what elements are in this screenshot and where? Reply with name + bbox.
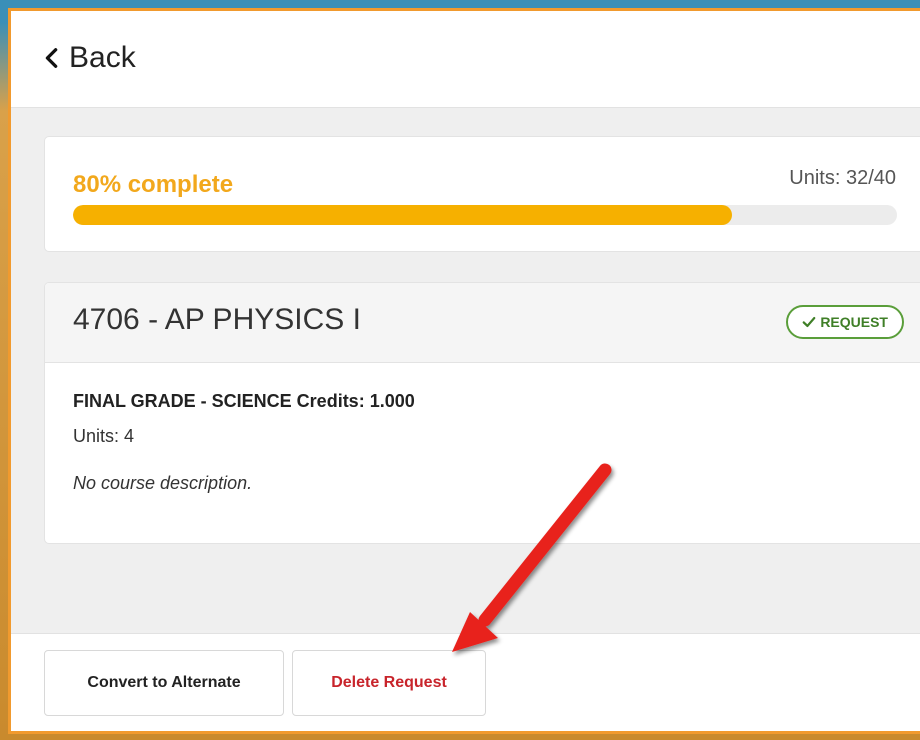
content-area: 80% complete Units: 32/40 4706 - AP PHYS… xyxy=(11,108,920,630)
course-title: 4706 - AP PHYSICS I xyxy=(73,303,361,336)
progress-bar xyxy=(73,205,897,225)
progress-label: 80% complete xyxy=(73,171,234,198)
course-description: No course description. xyxy=(73,473,253,493)
convert-to-alternate-button[interactable]: Convert to Alternate xyxy=(44,650,284,716)
course-credits: FINAL GRADE - SCIENCE Credits: 1.000 xyxy=(73,391,415,411)
status-badge: REQUEST xyxy=(786,305,904,339)
header-bar: Back xyxy=(11,11,920,108)
course-body: FINAL GRADE - SCIENCE Credits: 1.000 Uni… xyxy=(73,391,415,494)
back-label: Back xyxy=(69,41,136,74)
check-icon xyxy=(802,316,816,328)
chevron-left-icon xyxy=(45,48,58,68)
progress-card: 80% complete Units: 32/40 xyxy=(44,136,920,252)
app-panel: Back 80% complete Units: 32/40 4706 - AP… xyxy=(8,8,920,734)
back-button[interactable]: Back xyxy=(41,41,136,75)
course-units: Units: 4 xyxy=(73,426,135,446)
delete-request-button[interactable]: Delete Request xyxy=(292,650,486,716)
units-total: Units: 32/40 xyxy=(789,167,896,189)
course-header: 4706 - AP PHYSICS I REQUEST xyxy=(45,283,920,363)
status-badge-label: REQUEST xyxy=(820,314,888,330)
footer-bar: Convert to Alternate Delete Request xyxy=(11,633,920,731)
course-card: 4706 - AP PHYSICS I REQUEST FINAL GRADE … xyxy=(44,282,920,544)
progress-bar-fill xyxy=(73,205,733,225)
